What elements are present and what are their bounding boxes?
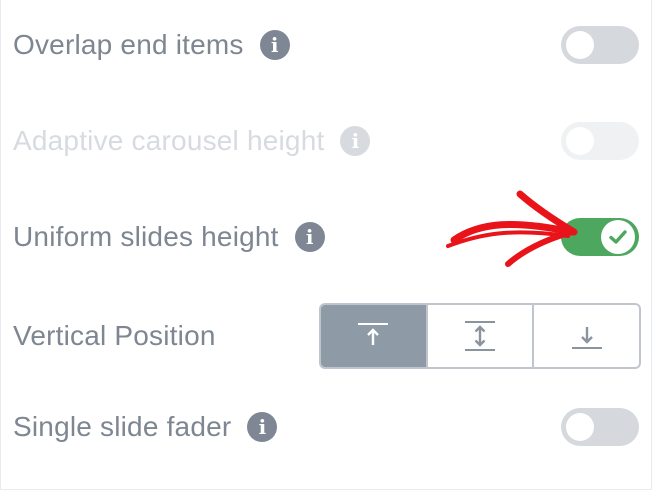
vertical-position-label: Vertical Position — [13, 320, 216, 351]
vertical-position-segmented-control — [319, 303, 641, 369]
info-icon[interactable]: i — [259, 30, 290, 60]
uniform-slides-height-label: Uniform slides height — [13, 221, 279, 252]
vertical-position-center-button[interactable] — [427, 305, 535, 367]
adaptive-carousel-height-toggle — [561, 122, 639, 160]
single-slide-fader-row: Single slide fader i — [13, 408, 643, 446]
info-icon[interactable]: i — [340, 126, 371, 156]
info-icon[interactable]: i — [294, 222, 325, 252]
settings-panel: Overlap end items i Adaptive carousel he… — [0, 0, 652, 490]
uniform-slides-height-label-group: Uniform slides height i — [13, 221, 325, 253]
adaptive-carousel-height-label: Adaptive carousel height — [13, 125, 325, 156]
overlap-end-items-row: Overlap end items i — [13, 26, 643, 64]
vertical-position-bottom-button[interactable] — [534, 305, 639, 367]
vertical-position-row: Vertical Position — [13, 303, 643, 369]
check-icon — [609, 230, 627, 244]
uniform-slides-height-row: Uniform slides height i — [13, 218, 643, 256]
vertical-position-top-button[interactable] — [321, 305, 428, 367]
single-slide-fader-label-group: Single slide fader i — [13, 411, 278, 443]
toggle-knob — [566, 127, 594, 155]
uniform-slides-height-toggle[interactable] — [561, 218, 639, 256]
info-icon[interactable]: i — [247, 412, 278, 442]
single-slide-fader-toggle[interactable] — [561, 408, 639, 446]
overlap-end-items-toggle[interactable] — [561, 26, 639, 64]
overlap-end-items-label-group: Overlap end items i — [13, 29, 290, 61]
top-align-icon — [358, 323, 389, 345]
bottom-align-icon — [571, 327, 602, 349]
toggle-knob — [601, 220, 635, 254]
single-slide-fader-label: Single slide fader — [13, 411, 232, 442]
adaptive-carousel-height-row: Adaptive carousel height i — [13, 122, 643, 160]
toggle-knob — [566, 413, 594, 441]
adaptive-carousel-height-label-group: Adaptive carousel height i — [13, 125, 371, 157]
overlap-end-items-label: Overlap end items — [13, 29, 244, 60]
vertical-position-label-group: Vertical Position — [13, 320, 216, 352]
center-align-icon — [465, 321, 495, 351]
toggle-knob — [566, 31, 594, 59]
